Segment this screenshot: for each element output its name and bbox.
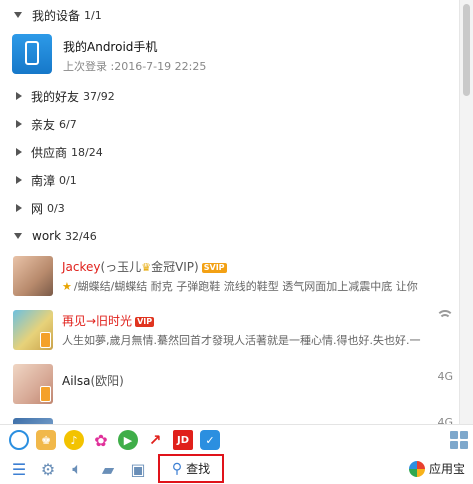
contact-list: 我的设备 1/1 我的Android手机 上次登录 :2016-7-19 22:… <box>0 0 459 424</box>
video-app-icon[interactable]: ▶ <box>118 430 138 450</box>
group-name: 亲友 <box>31 117 56 132</box>
app-shortcuts-bar: ♚ ♪ ✿ ▶ ↗ JD ✓ <box>0 428 473 454</box>
device-name: 我的Android手机 <box>63 40 158 54</box>
avatar <box>13 310 53 350</box>
contact-name: Jackey(っ玉儿♛金冠VIP) SVIP <box>62 258 227 275</box>
group-count: 37/92 <box>83 89 115 103</box>
group-count: 6/7 <box>59 117 77 131</box>
game-app-icon[interactable]: ♚ <box>36 430 56 450</box>
expand-arrow-icon <box>14 233 22 239</box>
scrollbar[interactable] <box>459 0 473 424</box>
gear-icon[interactable]: ⚙ <box>38 459 58 479</box>
appstore-icon <box>408 460 425 477</box>
flower-app-icon[interactable]: ✿ <box>91 430 111 450</box>
network-status: 4G <box>437 370 453 383</box>
contact-item-partial[interactable]: 4G <box>0 414 459 424</box>
contact-nick: Jackey <box>62 260 101 274</box>
contact-signature: 人生如夢,歲月無情.驀然回首才發現人活著就是一種心情.得也好.失也好.一 <box>62 334 421 347</box>
group-count: 1/1 <box>84 8 102 22</box>
contact-nick: 再见→旧时光 <box>62 314 133 328</box>
group-name: 网 <box>31 201 44 216</box>
network-status: 4G <box>437 416 453 424</box>
browser-app-icon[interactable] <box>9 430 29 450</box>
group-header-my-devices[interactable]: 我的设备 1/1 <box>0 2 459 28</box>
group-header-net[interactable]: 网 0/3 <box>0 195 459 221</box>
collapse-arrow-icon <box>16 176 22 184</box>
group-count: 32/46 <box>65 229 97 243</box>
find-button[interactable]: ⚲ 查找 <box>158 454 224 483</box>
contact-remark-2: 金冠VIP) <box>151 260 199 274</box>
group-name: 南漳 <box>31 173 56 188</box>
group-header-relatives[interactable]: 亲友 6/7 <box>0 111 459 137</box>
collapse-arrow-icon <box>16 204 22 212</box>
group-name: 我的好友 <box>31 89 80 104</box>
group-header-friends[interactable]: 我的好友 37/92 <box>0 83 459 109</box>
collapse-arrow-icon <box>16 120 22 128</box>
stock-app-icon[interactable]: ↗ <box>145 430 165 450</box>
wifi-icon <box>436 310 454 322</box>
app-grid-icon[interactable] <box>450 431 468 449</box>
device-last-login: 上次登录 :2016-7-19 22:25 <box>63 60 207 73</box>
menu-icon[interactable]: ☰ <box>9 459 29 479</box>
search-icon: ⚲ <box>171 460 183 477</box>
group-header-suppliers[interactable]: 供应商 18/24 <box>0 139 459 165</box>
contact-remark: (っ玉儿 <box>100 260 142 274</box>
group-count: 0/3 <box>47 201 65 215</box>
speaker-icon[interactable]: 🔈︎ <box>67 459 87 479</box>
group-header-work[interactable]: work 32/46 <box>0 223 459 249</box>
contact-name: 再见→旧时光 VIP <box>62 312 155 329</box>
crown-icon: ♛ <box>141 261 152 274</box>
contact-signature: ★/蝴蝶结/蝴蝶结 耐克 子弹跑鞋 流线的鞋型 透气网面加上减震中底 让你 <box>62 278 457 294</box>
device-item[interactable]: 我的Android手机 上次登录 :2016-7-19 22:25 <box>0 30 459 82</box>
group-count: 18/24 <box>71 145 103 159</box>
avatar <box>13 256 53 296</box>
svip-badge: SVIP <box>201 263 227 273</box>
collapse-arrow-icon <box>16 148 22 156</box>
music-app-icon[interactable]: ♪ <box>64 430 84 450</box>
bottom-toolbar: ☰ ⚙ 🔈︎ ▰ ▣ ⚲ 查找 应用宝 <box>0 454 473 484</box>
contact-item-ailsa[interactable]: Ailsa(欧阳) 4G <box>0 360 459 408</box>
star-icon: ★ <box>62 280 72 293</box>
contact-nick: Ailsa <box>62 374 91 388</box>
group-count: 0/1 <box>59 173 77 187</box>
expand-arrow-icon <box>14 12 22 18</box>
mobile-online-icon <box>40 386 51 402</box>
jd-app-icon[interactable]: JD <box>173 430 193 450</box>
group-name: work <box>32 229 62 243</box>
group-header-nanzhang[interactable]: 南漳 0/1 <box>0 167 459 193</box>
divider <box>0 424 473 425</box>
contact-item-jackey[interactable]: Jackey(っ玉儿♛金冠VIP) SVIP ★/蝴蝶结/蝴蝶结 耐克 子弹跑鞋 … <box>0 252 459 300</box>
contact-signature-text: /蝴蝶结/蝴蝶结 耐克 子弹跑鞋 流线的鞋型 透气网面加上减震中底 让你 <box>73 280 418 293</box>
folder-icon[interactable]: ▰ <box>98 459 118 479</box>
phone-icon <box>12 34 52 74</box>
collapse-arrow-icon <box>16 92 22 100</box>
contact-remark: (欧阳) <box>90 374 124 388</box>
contact-name: Ailsa(欧阳) <box>62 372 124 389</box>
scrollbar-thumb[interactable] <box>463 4 470 96</box>
avatar <box>13 364 53 404</box>
app-box-icon[interactable]: ▣ <box>128 459 148 479</box>
group-name: 我的设备 <box>32 8 81 23</box>
group-name: 供应商 <box>31 145 68 160</box>
vip-badge: VIP <box>135 317 155 327</box>
contact-item-zaijian[interactable]: 再见→旧时光 VIP 人生如夢,歲月無情.驀然回首才發現人活著就是一種心情.得也好… <box>0 306 459 354</box>
appstore-button[interactable]: 应用宝 <box>408 460 465 477</box>
find-label: 查找 <box>186 462 211 476</box>
appstore-label: 应用宝 <box>428 462 465 476</box>
security-app-icon[interactable]: ✓ <box>200 430 220 450</box>
mobile-online-icon <box>40 332 51 348</box>
